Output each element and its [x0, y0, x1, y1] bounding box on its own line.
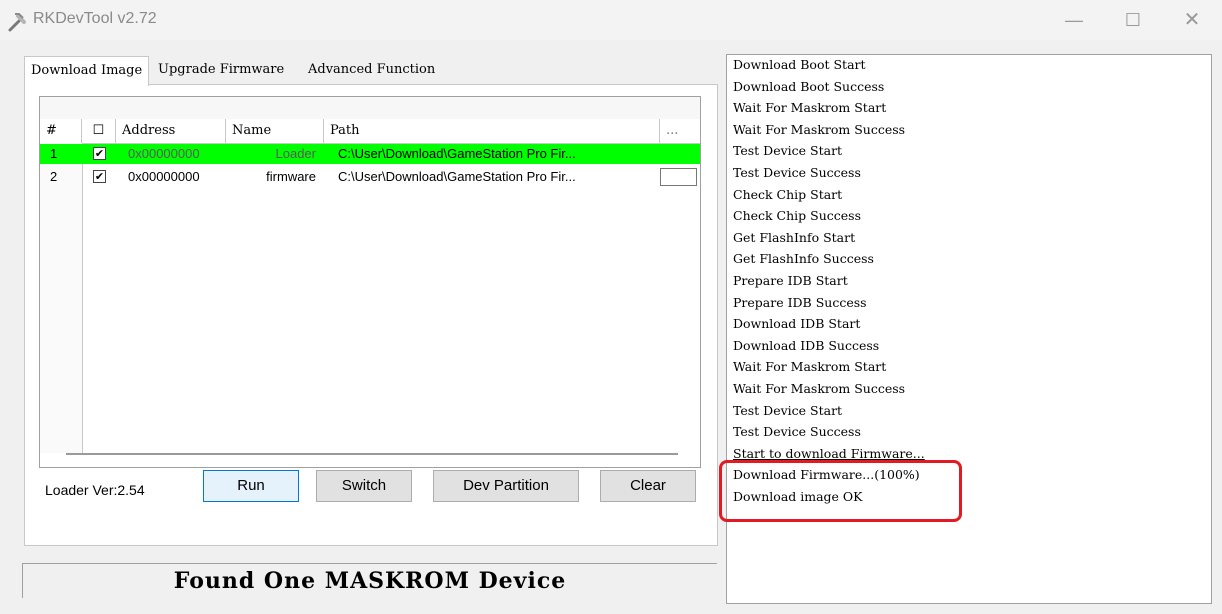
rk-tool-icon: [8, 13, 26, 32]
horizontal-scrollbar[interactable]: [66, 453, 678, 455]
row-path[interactable]: C:\User\Download\GameStation Pro Fir...: [338, 167, 656, 187]
log-line: Check Chip Success: [733, 208, 861, 224]
row-name: firmware: [266, 169, 316, 184]
switch-button[interactable]: Switch: [316, 470, 412, 502]
log-line: Wait For Maskrom Success: [733, 121, 906, 137]
log-line: Download Boot Start: [733, 57, 866, 72]
tab-advanced-function[interactable]: Advanced Function: [302, 56, 441, 84]
row-checkbox[interactable]: ✔: [93, 147, 106, 160]
log-line: Test Device Success: [733, 424, 861, 440]
status-bar: Found One MASKROM Device: [22, 563, 717, 598]
log-line: Wait For Maskrom Success: [733, 381, 906, 396]
log-line: Download Boot Success: [733, 78, 885, 94]
row-address[interactable]: 0x00000000: [128, 144, 200, 164]
log-line: Test Device Start: [733, 402, 843, 418]
log-line: Wait For Maskrom Start: [733, 100, 887, 116]
window-title: RKDevTool v2.72: [33, 10, 157, 27]
highlight-annotation: [719, 460, 962, 522]
maximize-icon[interactable]: ☐: [1111, 6, 1155, 34]
row-number-column: [40, 143, 83, 453]
col-header-address: Address: [116, 119, 226, 143]
row-number: 1: [50, 146, 58, 161]
run-button[interactable]: Run: [203, 470, 299, 502]
row-number: 2: [50, 169, 58, 184]
log-line: Get FlashInfo Success: [733, 251, 874, 267]
dev-partition-button[interactable]: Dev Partition: [433, 470, 579, 502]
log-line: Prepare IDB Start: [733, 273, 848, 288]
table-row[interactable]: 1 ✔ 0x00000000 Loader C:\User\Download\G…: [40, 144, 700, 164]
col-header-num: #: [40, 119, 82, 143]
log-line: Get FlashInfo Start: [733, 229, 856, 245]
col-header-name: Name: [226, 119, 324, 143]
close-icon[interactable]: ✕: [1170, 6, 1214, 34]
log-line: Test Device Success: [733, 165, 861, 180]
col-header-check[interactable]: ☐: [82, 119, 116, 143]
log-line: Download IDB Start: [733, 316, 861, 332]
loader-version: Loader Ver:2.54: [45, 482, 145, 498]
row-address[interactable]: 0x00000000: [128, 167, 200, 187]
browse-button[interactable]: [660, 168, 697, 186]
col-header-dots: ...: [660, 119, 700, 143]
log-line: Start to download Firmware...: [733, 445, 925, 461]
image-table: # ☐ Address Name Path ... 1 ✔ 0x00000000…: [39, 96, 701, 468]
log-line: Prepare IDB Success: [733, 294, 867, 310]
status-text: Found One MASKROM Device: [173, 568, 567, 594]
log-line: Test Device Start: [733, 143, 843, 159]
tab-upgrade-firmware[interactable]: Upgrade Firmware: [152, 56, 290, 84]
log-line: Wait For Maskrom Start: [733, 359, 887, 375]
log-line: Check Chip Start: [733, 186, 843, 202]
title-bar: RKDevTool v2.72 — ☐ ✕: [0, 0, 1222, 40]
col-header-path: Path: [324, 119, 660, 143]
row-path[interactable]: C:\User\Download\GameStation Pro Fir...: [338, 144, 656, 164]
clear-button[interactable]: Clear: [600, 470, 696, 502]
minimize-icon[interactable]: —: [1052, 6, 1096, 34]
log-line: Download IDB Success: [733, 337, 880, 353]
row-checkbox[interactable]: ✔: [93, 170, 106, 183]
table-row[interactable]: 2 ✔ 0x00000000 firmware C:\User\Download…: [40, 167, 700, 187]
tab-download-image[interactable]: Download Image: [24, 56, 150, 86]
row-name: Loader: [275, 146, 316, 161]
